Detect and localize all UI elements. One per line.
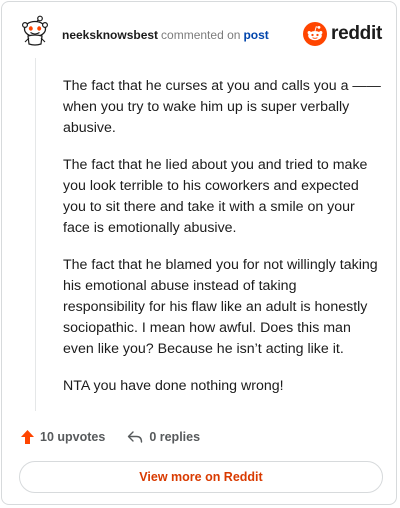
reddit-alien-logo-icon bbox=[303, 22, 328, 46]
comment-paragraph: The fact that he lied about you and trie… bbox=[63, 157, 368, 236]
comment-action-text: commented on bbox=[161, 28, 241, 42]
reddit-snoo-avatar-icon bbox=[21, 15, 49, 46]
view-more-button[interactable]: View more on Reddit bbox=[19, 461, 383, 493]
upvotes-button[interactable]: 10 upvotes bbox=[20, 429, 105, 445]
comment-paragraph: The fact that he blamed you for not will… bbox=[63, 257, 378, 357]
comment-header: neeksknowsbest commented on post bbox=[62, 27, 269, 43]
comment-embed-card: neeksknowsbest commented on post reddit Th… bbox=[1, 1, 397, 505]
post-link[interactable]: post bbox=[243, 28, 268, 42]
replies-button[interactable]: 0 replies bbox=[127, 430, 200, 444]
reddit-wordmark: reddit bbox=[331, 23, 382, 44]
replies-count: 0 replies bbox=[149, 430, 201, 444]
thread-line bbox=[35, 58, 36, 411]
user-avatar[interactable] bbox=[18, 15, 52, 49]
comment-paragraph: NTA you have done nothing wrong! bbox=[63, 378, 284, 394]
reddit-logo[interactable]: reddit bbox=[303, 22, 382, 46]
comment-paragraph: The fact that he curses at you and calls… bbox=[63, 78, 381, 136]
upvote-arrow-icon bbox=[21, 430, 34, 444]
reply-arrow-icon bbox=[128, 431, 143, 443]
username[interactable]: neeksknowsbest bbox=[62, 28, 158, 42]
comment-body: The fact that he curses at you and calls… bbox=[63, 76, 381, 413]
comment-footer: 10 upvotes 0 replies bbox=[20, 427, 200, 447]
upvotes-count: 10 upvotes bbox=[40, 430, 106, 444]
